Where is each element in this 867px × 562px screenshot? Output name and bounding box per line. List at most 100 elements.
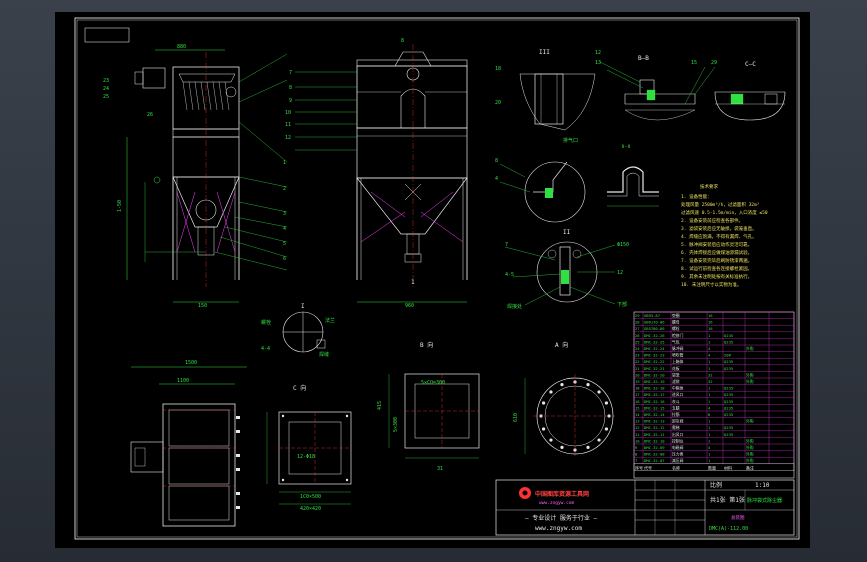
- c-view-outer-dim: 420×420: [300, 506, 321, 512]
- section-b-b: B—B 12 13 15 29: [595, 50, 717, 121]
- bom-cell: 19: [635, 379, 640, 384]
- svg-text:8: 8: [495, 158, 498, 164]
- a-view-diameter-dim: 610: [513, 413, 519, 422]
- scale-value: 1:10: [755, 482, 770, 489]
- svg-text:Ⅱ-Ⅱ: Ⅱ-Ⅱ: [622, 144, 630, 150]
- bom-header-cell: 名称: [672, 464, 680, 470]
- bom-cell: 电磁阀: [672, 445, 684, 450]
- b-view-width-dim: 5×CO=300: [421, 380, 445, 386]
- bom-cell: 24: [635, 346, 640, 351]
- bom-cell: Q235: [724, 359, 733, 364]
- svg-text:12-Φ18: 12-Φ18: [297, 454, 315, 460]
- bom-cell: Q235: [724, 386, 733, 391]
- bom-cell: 8: [635, 452, 638, 457]
- bom-cell: 压力表: [672, 452, 684, 457]
- bom-cell: 外购: [746, 452, 754, 457]
- bom-cell: 外购: [746, 438, 754, 443]
- bom-header-cell: 备注: [746, 464, 754, 470]
- view-a-label: A 向: [555, 341, 568, 349]
- svg-text:4: 4: [495, 176, 498, 182]
- bom-cell: 爬梯: [672, 425, 680, 430]
- company-name: 脉冲袋式除尘器: [747, 497, 782, 504]
- callout-7: 7: [289, 70, 292, 76]
- svg-text:29: 29: [711, 60, 717, 66]
- bom-cell: DMC-32-23: [644, 353, 665, 358]
- callout-23: 23: [103, 78, 109, 84]
- bom-cell: 外购: [746, 346, 754, 351]
- bom-cell: 检修门: [672, 333, 684, 338]
- bom-cell: DMC-32-15: [644, 405, 665, 410]
- bom-cell: DMC-32-18: [644, 386, 665, 391]
- corner-code-box: [84, 27, 130, 43]
- note-line-3: 过滤风速 0.5-1.5m/min，入口浓度 ≤50: [681, 209, 768, 216]
- bom-cell: 1: [708, 419, 711, 424]
- cad-application-window: 880 1-50 150 23 24 25 26 1 2 3 4 5 6 8 9…: [0, 0, 867, 562]
- note-line-1: 1. 设备性能：: [681, 193, 712, 200]
- bom-cell: 32: [708, 372, 713, 377]
- bom-cell: 1: [708, 452, 711, 457]
- side-top-width-dim: 8: [401, 38, 404, 44]
- bom-header-cell: 材料: [724, 464, 732, 470]
- callout-11: 11: [285, 122, 291, 128]
- plan-view: 1500 1100: [130, 360, 247, 527]
- bom-cell: 11: [635, 432, 640, 437]
- bom-cell: DMC-32-07: [644, 458, 665, 463]
- bom-cell: 22: [635, 359, 640, 364]
- side-base-width-dim: 960: [405, 303, 414, 309]
- c-direction-view: C 向 1C0×500 420×420 12-Φ18: [266, 384, 352, 512]
- callout-3: 3: [283, 211, 286, 217]
- bom-cell: DMC-32-19: [644, 379, 665, 384]
- section-c-c: C—C: [714, 61, 786, 121]
- bom-cell: DMC-32-16: [644, 399, 665, 404]
- cad-drawing-canvas[interactable]: 880 1-50 150 23 24 25 26 1 2 3 4 5 6 8 9…: [55, 12, 810, 548]
- bolt-hole: [597, 390, 601, 394]
- bom-cell: DMC-32-10: [644, 438, 665, 443]
- svg-text:12: 12: [595, 50, 601, 56]
- section-iii-label: III: [539, 49, 550, 56]
- title-block: 中国图库资源工具网 www.zngyw.com — 专业设计 服务于行业 — w…: [495, 479, 795, 536]
- bom-cell: DMC-32-20: [644, 372, 665, 377]
- svg-text:焊缝: 焊缝: [319, 351, 329, 358]
- drawing-viewport[interactable]: 880 1-50 150 23 24 25 26 1 2 3 4 5 6 8 9…: [55, 12, 810, 548]
- bom-cell: 20#: [724, 353, 732, 358]
- front-elevation-view: 880 1-50 150 23 24 25 26 1 2 3 4 5 6: [103, 44, 288, 309]
- bom-cell: 外购: [746, 372, 754, 377]
- svg-text:20: 20: [495, 100, 501, 106]
- bolt-hole: [541, 427, 546, 431]
- svg-text:15: 15: [691, 60, 697, 66]
- section-ii-detail: II 7 4-5 Ф150 12 下部 焊接处: [504, 229, 629, 310]
- bom-cell: 10: [635, 438, 640, 443]
- drawing-name: 总装图: [731, 514, 745, 521]
- bom-cell: 23: [635, 353, 640, 358]
- bom-cell: 花板: [672, 366, 680, 371]
- bom-cell: DMC-32-08: [644, 452, 665, 457]
- note-line-9: 7. 设备安装完毕后刷防锈漆两遍。: [681, 257, 752, 264]
- bom-cell: Q235: [724, 432, 733, 437]
- bom-cell: 1: [708, 438, 711, 443]
- bom-cell: 1: [708, 458, 711, 463]
- bom-cell: 1: [708, 333, 711, 338]
- svg-text:螺栓: 螺栓: [261, 319, 271, 326]
- bom-cell: 支腿: [672, 405, 680, 410]
- section-b-label: B—B: [638, 55, 649, 62]
- view-i-detail: I 螺栓 法兰 4-4 焊缝: [261, 303, 335, 358]
- bom-cell: 28: [635, 320, 640, 325]
- bolt-hole: [597, 438, 601, 442]
- bom-cell: 29: [635, 313, 640, 318]
- bom-header-cell: 序号: [635, 464, 643, 470]
- plan-overall-dim: 1500: [185, 360, 197, 366]
- callout-24: 24: [103, 86, 109, 92]
- note-line-11: 9. 其余未注明处按有关标准执行。: [681, 273, 752, 280]
- bom-cell: 32: [708, 379, 713, 384]
- bom-cell: 4: [708, 405, 711, 410]
- bom-cell: 出风口: [672, 432, 684, 437]
- bom-cell: DMC-32-12: [644, 425, 665, 430]
- bom-cell: 16: [708, 326, 713, 331]
- svg-text:13: 13: [595, 60, 601, 66]
- callout-5: 5: [283, 241, 286, 247]
- section-i-label: I: [301, 303, 305, 310]
- bom-cell: 外购: [746, 445, 754, 450]
- bolt-hole: [560, 382, 564, 387]
- bom-cell: 16: [708, 320, 713, 325]
- callout-1: 1: [283, 160, 286, 166]
